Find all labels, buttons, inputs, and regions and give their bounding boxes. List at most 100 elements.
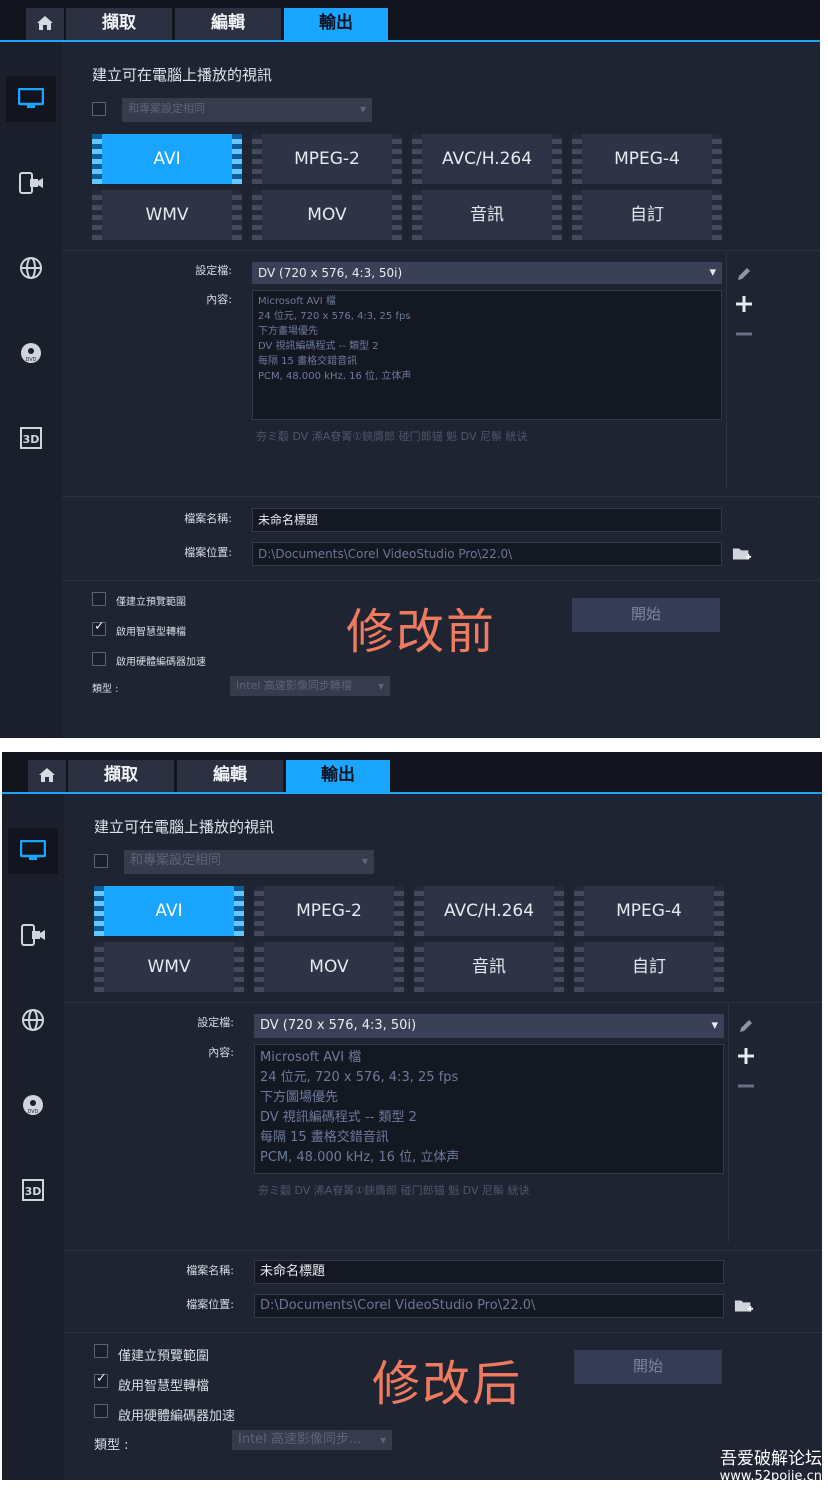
content-line: 24 位元, 720 x 576, 4:3, 25 fps [260, 1070, 459, 1085]
start-button[interactable]: 開始 [574, 1350, 722, 1384]
format-custom-button[interactable]: 自訂 [572, 190, 722, 240]
tab-output[interactable]: 輸出 [284, 8, 388, 40]
format-mov-button[interactable]: MOV [254, 942, 404, 992]
home-icon [36, 16, 54, 36]
format-wmv-button[interactable]: WMV [92, 190, 242, 240]
add-plus-icon[interactable] [734, 294, 754, 314]
format-mov-button[interactable]: MOV [252, 190, 402, 240]
profile-dropdown[interactable]: DV (720 x 576, 4:3, 50i) [254, 1014, 724, 1038]
match-project-dropdown[interactable]: 和專案設定相同 [124, 850, 374, 874]
format-mpeg2-button[interactable]: MPEG-2 [252, 134, 402, 184]
content-label: 內容: [206, 293, 232, 306]
format-mpeg2-button[interactable]: MPEG-2 [254, 886, 404, 936]
format-avi-button[interactable]: AVI [94, 886, 244, 936]
page-title: 建立可在電腦上播放的視訊 [94, 818, 275, 836]
format-audio-button[interactable]: 音訊 [414, 942, 564, 992]
content-line: PCM, 48.000 kHz, 16 位, 立体声 [258, 371, 412, 382]
format-avi-button[interactable]: AVI [92, 134, 242, 184]
divider [62, 496, 820, 497]
computer-icon[interactable] [6, 76, 56, 122]
content-line: Microsoft AVI 檔 [260, 1050, 362, 1065]
folder-add-icon[interactable] [732, 544, 752, 564]
tab-edit[interactable]: 編輯 [177, 760, 283, 792]
type-label: 類型 : [92, 684, 119, 695]
output-settings-area: 建立可在電腦上播放的視訊 和專案設定相同 AVI MPEG-2 AVC/H.26… [62, 42, 820, 738]
format-avc-button[interactable]: AVC/H.264 [414, 886, 564, 936]
preview-range-label: 僅建立預覽範圍 [118, 1349, 210, 1364]
format-custom-button[interactable]: 自訂 [574, 942, 724, 992]
format-audio-button[interactable]: 音訊 [412, 190, 562, 240]
location-label: 檔案位置: [186, 1298, 234, 1311]
filename-input[interactable]: 未命名標題 [254, 1260, 724, 1284]
content-description-box: Microsoft AVI 檔 24 位元, 720 x 576, 4:3, 2… [252, 290, 722, 420]
annotation-before: 修改前 [346, 604, 497, 660]
location-input[interactable]: D:\Documents\Corel VideoStudio Pro\22.0\ [252, 542, 722, 566]
tab-edit[interactable]: 編輯 [175, 8, 281, 40]
smart-render-checkbox[interactable] [94, 1371, 108, 1388]
screenshot-before: 擷取 編輯 輸出 DVD 3D 建立可在電腦上播放的視訊 和專案設定相同 AVI… [0, 0, 820, 738]
match-project-dropdown[interactable]: 和專案設定相同 [122, 98, 372, 122]
content-line: DV 視訊編碼程式 -- 類型 2 [260, 1110, 417, 1125]
tab-output[interactable]: 輸出 [286, 760, 390, 792]
output-category-sidebar: DVD 3D [2, 794, 64, 1480]
3d-icon[interactable]: 3D [8, 1167, 58, 1213]
add-plus-icon[interactable] [736, 1046, 756, 1066]
hw-encoder-checkbox[interactable] [92, 652, 106, 666]
web-globe-icon[interactable] [6, 245, 56, 291]
smart-render-checkbox[interactable] [92, 619, 106, 636]
content-line: 下方畫場優先 [258, 326, 318, 337]
svg-text:DVD: DVD [27, 1109, 38, 1115]
profile-label: 設定檔: [195, 264, 232, 277]
tab-capture[interactable]: 擷取 [66, 8, 172, 40]
web-globe-icon[interactable] [8, 997, 58, 1043]
smart-render-label: 啟用智慧型轉檔 [116, 627, 186, 638]
format-mpeg4-button[interactable]: MPEG-4 [574, 886, 724, 936]
divider [728, 1004, 729, 1242]
filename-label: 檔案名稱: [186, 1264, 234, 1277]
format-wmv-button[interactable]: WMV [94, 942, 244, 992]
tab-capture[interactable]: 擷取 [68, 760, 174, 792]
top-tab-bar: 擷取 編輯 輸出 [2, 752, 822, 794]
filename-input[interactable]: 未命名標題 [252, 508, 722, 532]
preview-range-label: 僅建立預覽範圍 [116, 597, 186, 608]
content-line: 每隔 15 畫格交錯音訊 [258, 356, 358, 367]
start-button[interactable]: 開始 [572, 598, 720, 632]
match-project-checkbox[interactable] [92, 102, 106, 116]
forum-watermark: 吾爱破解论坛 www.52pojie.cn [720, 1444, 822, 1484]
edit-pencil-icon[interactable] [734, 264, 754, 284]
hw-encoder-checkbox[interactable] [94, 1404, 108, 1418]
screenshot-after: 擷取 編輯 輸出 DVD 3D 建立可在電腦上播放的視訊 和專案設定相同 AVI… [2, 752, 822, 1480]
type-label: 類型 : [94, 1438, 129, 1453]
edit-pencil-icon[interactable] [736, 1016, 756, 1036]
forum-url: www.52pojie.cn [719, 1469, 822, 1484]
remove-minus-icon[interactable] [736, 1076, 756, 1096]
type-dropdown[interactable]: Intel 高速影像同步轉檔 [230, 676, 390, 696]
location-input[interactable]: D:\Documents\Corel VideoStudio Pro\22.0\ [254, 1294, 724, 1318]
3d-icon[interactable]: 3D [6, 415, 56, 461]
forum-name: 吾爱破解论坛 [720, 1449, 822, 1469]
divider [726, 252, 727, 488]
folder-add-icon[interactable] [734, 1296, 754, 1316]
content-label: 內容: [208, 1046, 234, 1059]
home-tab[interactable] [28, 760, 66, 792]
disc-dvd-icon[interactable]: DVD [8, 1082, 58, 1128]
computer-icon[interactable] [8, 828, 58, 874]
smart-render-label: 啟用智慧型轉檔 [118, 1379, 210, 1394]
mobile-device-icon[interactable] [8, 912, 58, 958]
home-tab[interactable] [26, 8, 64, 40]
output-settings-area: 建立可在電腦上播放的視訊 和專案設定相同 AVI MPEG-2 AVC/H.26… [64, 794, 822, 1480]
profile-dropdown[interactable]: DV (720 x 576, 4:3, 50i) [252, 262, 722, 284]
disc-dvd-icon[interactable]: DVD [6, 330, 56, 376]
garbled-info-text: 夯ミ觳 DV 浠A眘箐①鋏膺郎 碰冂郎锚 魁 DV 尼鬃 絖诀 [256, 430, 528, 443]
format-avc-button[interactable]: AVC/H.264 [412, 134, 562, 184]
format-mpeg4-button[interactable]: MPEG-4 [572, 134, 722, 184]
profile-label: 設定檔: [197, 1016, 234, 1029]
remove-minus-icon[interactable] [734, 324, 754, 344]
mobile-device-icon[interactable] [6, 160, 56, 206]
preview-range-checkbox[interactable] [94, 1344, 108, 1358]
match-project-checkbox[interactable] [94, 854, 108, 868]
preview-range-checkbox[interactable] [92, 592, 106, 606]
content-line: 下方圖場優先 [260, 1090, 339, 1105]
divider [64, 1332, 822, 1333]
type-dropdown[interactable]: Intel 高速影像同步... [232, 1430, 392, 1450]
